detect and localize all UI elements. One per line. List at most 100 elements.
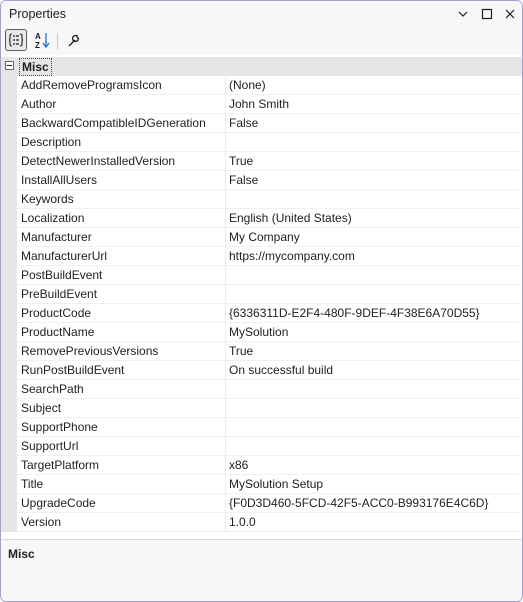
column-divider[interactable]	[225, 399, 226, 418]
column-divider[interactable]	[225, 266, 226, 285]
property-row[interactable]: Author John Smith	[1, 95, 522, 114]
sort-letter-a: A	[35, 32, 41, 41]
column-divider[interactable]	[225, 247, 226, 266]
column-divider[interactable]	[225, 342, 226, 361]
property-value[interactable]: https://mycompany.com	[229, 247, 519, 265]
property-row[interactable]: SearchPath	[1, 380, 522, 399]
property-row[interactable]: SupportUrl	[1, 437, 522, 456]
property-row[interactable]: ProductCode {6336311D-E2F4-480F-9DEF-4F38…	[1, 304, 522, 323]
row-gutter	[1, 380, 17, 399]
column-divider[interactable]	[225, 494, 226, 513]
window-menu-button[interactable]	[452, 4, 474, 24]
row-gutter	[1, 171, 17, 190]
property-value[interactable]	[229, 285, 519, 303]
property-row[interactable]: Title MySolution Setup	[1, 475, 522, 494]
property-value[interactable]: {6336311D-E2F4-480F-9DEF-4F38E6A70D55}	[229, 304, 519, 322]
column-divider[interactable]	[225, 418, 226, 437]
column-divider[interactable]	[225, 209, 226, 228]
column-divider[interactable]	[225, 475, 226, 494]
row-gutter	[1, 114, 17, 133]
toolbar-separator	[57, 33, 58, 49]
property-row[interactable]: Subject	[1, 399, 522, 418]
property-value[interactable]: False	[229, 171, 519, 189]
property-value[interactable]: MySolution	[229, 323, 519, 341]
column-divider[interactable]	[225, 304, 226, 323]
property-value[interactable]: True	[229, 342, 519, 360]
categorized-button[interactable]	[5, 29, 27, 51]
property-value[interactable]: John Smith	[229, 95, 519, 113]
column-divider[interactable]	[225, 323, 226, 342]
property-row[interactable]: UpgradeCode {F0D3D460-5FCD-42F5-ACC0-B993…	[1, 494, 522, 513]
property-row[interactable]: BackwardCompatibleIDGeneration False	[1, 114, 522, 133]
property-row[interactable]: SupportPhone	[1, 418, 522, 437]
sort-letter-z: Z	[35, 41, 40, 49]
close-button[interactable]	[499, 4, 521, 24]
row-gutter	[1, 323, 17, 342]
row-gutter	[1, 247, 17, 266]
property-value[interactable]: MySolution Setup	[229, 475, 519, 493]
property-value[interactable]: On successful build	[229, 361, 519, 379]
column-divider[interactable]	[225, 152, 226, 171]
property-value[interactable]: {F0D3D460-5FCD-42F5-ACC0-B993176E4C6D}	[229, 494, 519, 512]
row-gutter	[1, 475, 17, 494]
row-gutter	[1, 95, 17, 114]
column-divider[interactable]	[225, 171, 226, 190]
property-value[interactable]: (None)	[229, 76, 519, 94]
property-name: AddRemoveProgramsIcon	[21, 78, 162, 92]
column-divider[interactable]	[225, 76, 226, 95]
property-value[interactable]: English (United States)	[229, 209, 519, 227]
column-divider[interactable]	[225, 456, 226, 475]
description-pane: Misc	[1, 540, 522, 601]
column-divider[interactable]	[225, 380, 226, 399]
property-value[interactable]: True	[229, 152, 519, 170]
property-value[interactable]	[229, 437, 519, 455]
property-value[interactable]	[229, 133, 519, 151]
property-name: SearchPath	[21, 382, 84, 396]
property-name: Manufacturer	[21, 230, 92, 244]
column-divider[interactable]	[225, 285, 226, 304]
property-value[interactable]	[229, 399, 519, 417]
row-gutter	[1, 494, 17, 513]
property-row[interactable]: PostBuildEvent	[1, 266, 522, 285]
property-row[interactable]: PreBuildEvent	[1, 285, 522, 304]
property-row[interactable]: TargetPlatform x86	[1, 456, 522, 475]
property-row[interactable]: RemovePreviousVersions True	[1, 342, 522, 361]
property-value[interactable]	[229, 266, 519, 284]
property-row[interactable]: Description	[1, 133, 522, 152]
row-gutter	[1, 456, 17, 475]
property-value[interactable]: False	[229, 114, 519, 132]
category-row-misc[interactable]: Misc	[1, 57, 522, 76]
row-gutter	[1, 190, 17, 209]
property-value[interactable]: x86	[229, 456, 519, 474]
property-row[interactable]: DetectNewerInstalledVersion True	[1, 152, 522, 171]
column-divider[interactable]	[225, 95, 226, 114]
property-value[interactable]	[229, 380, 519, 398]
alphabetical-button[interactable]: A Z	[31, 29, 53, 51]
column-divider[interactable]	[225, 133, 226, 152]
close-icon	[505, 9, 515, 19]
property-row[interactable]: RunPostBuildEvent On successful build	[1, 361, 522, 380]
maximize-button[interactable]	[476, 4, 498, 24]
property-value[interactable]	[229, 418, 519, 436]
property-row[interactable]: AddRemoveProgramsIcon (None)	[1, 76, 522, 95]
property-row[interactable]: Keywords	[1, 190, 522, 209]
property-row[interactable]: InstallAllUsers False	[1, 171, 522, 190]
property-value[interactable]: My Company	[229, 228, 519, 246]
column-divider[interactable]	[225, 361, 226, 380]
collapse-icon[interactable]	[5, 61, 14, 70]
property-row[interactable]: ProductName MySolution	[1, 323, 522, 342]
property-row[interactable]: ManufacturerUrl https://mycompany.com	[1, 247, 522, 266]
column-divider[interactable]	[225, 437, 226, 456]
row-gutter	[1, 152, 17, 171]
column-divider[interactable]	[225, 228, 226, 247]
property-row[interactable]: Localization English (United States)	[1, 209, 522, 228]
property-value[interactable]: 1.0.0	[229, 513, 519, 531]
row-gutter	[1, 399, 17, 418]
column-divider[interactable]	[225, 190, 226, 209]
property-row[interactable]: Version 1.0.0	[1, 513, 522, 532]
property-value[interactable]	[229, 190, 519, 208]
column-divider[interactable]	[225, 114, 226, 133]
column-divider[interactable]	[225, 513, 226, 532]
property-row[interactable]: Manufacturer My Company	[1, 228, 522, 247]
property-pages-button[interactable]	[63, 29, 85, 51]
